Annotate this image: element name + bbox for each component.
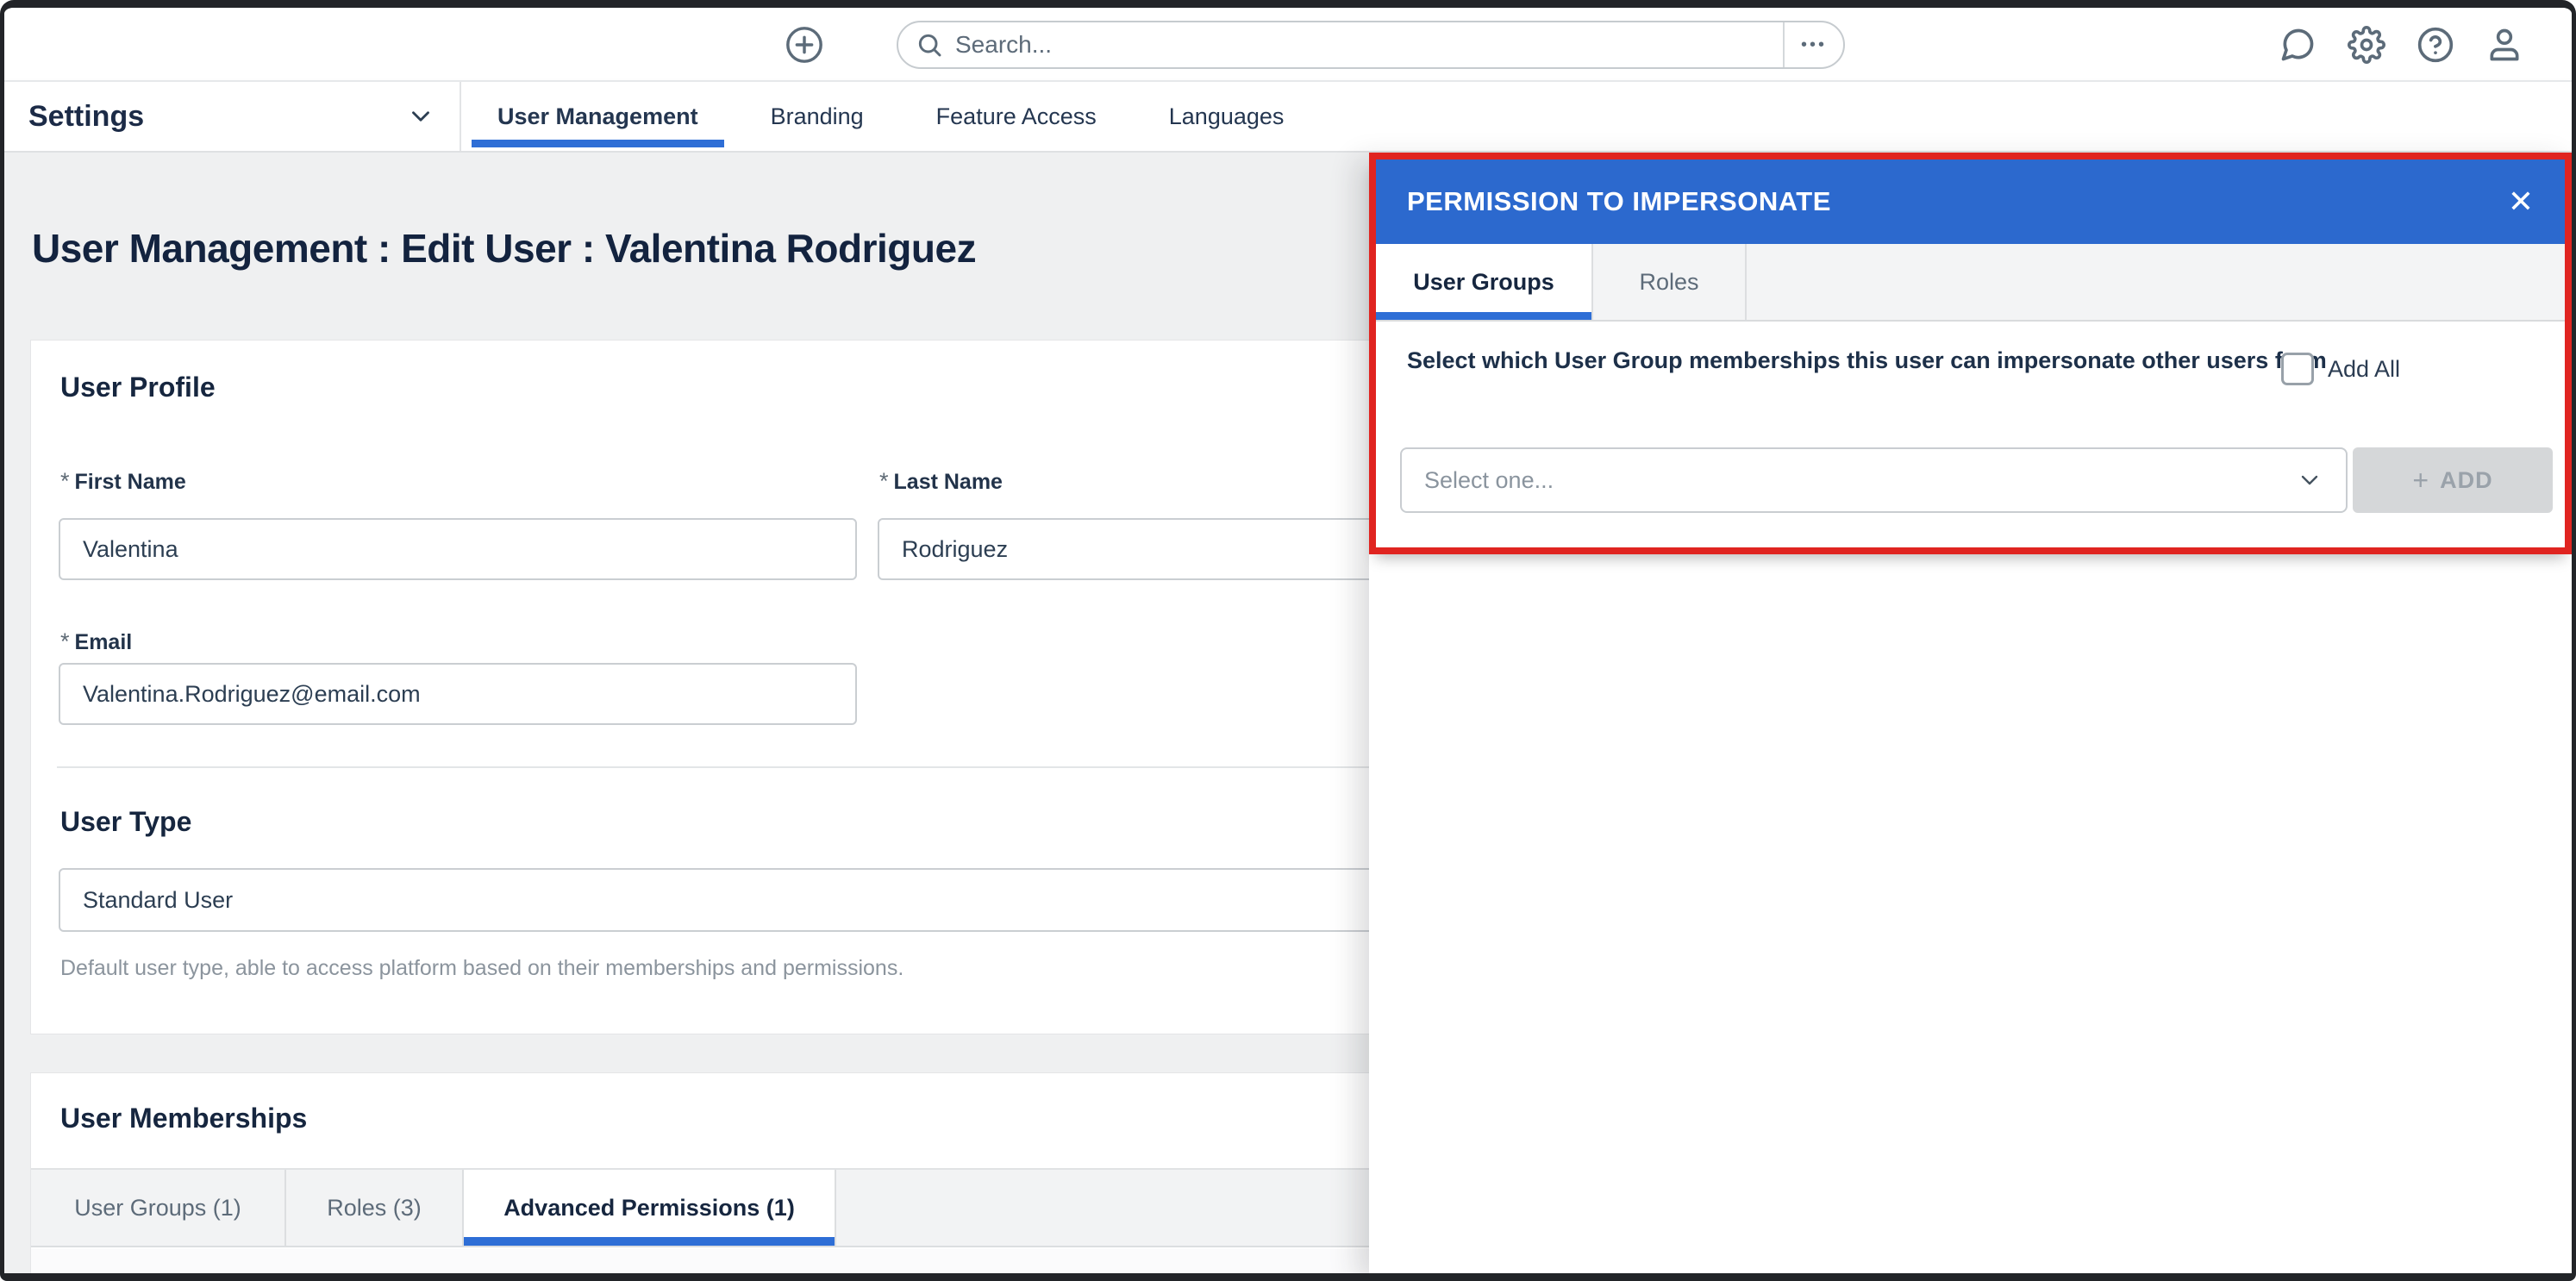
last-name-label: *Last Name: [879, 468, 1003, 495]
impersonate-panel-header: PERMISSION TO IMPERSONATE ✕: [1376, 159, 2565, 244]
user-memberships-heading: User Memberships: [60, 1103, 307, 1134]
add-button-label: ADD: [2440, 467, 2493, 494]
tab-advanced-permissions[interactable]: Advanced Permissions (1): [464, 1170, 836, 1246]
user-type-heading: User Type: [60, 806, 191, 838]
tab-roles[interactable]: Roles (3): [286, 1170, 464, 1246]
impersonate-panel-tabs: User Groups Roles: [1376, 244, 2565, 322]
user-profile-heading: User Profile: [60, 372, 216, 403]
required-marker: *: [879, 468, 889, 494]
active-tab-underline: [1376, 312, 1591, 320]
user-type-value: Standard User: [83, 887, 233, 914]
search-icon: [916, 31, 943, 59]
panel-tab-user-groups[interactable]: User Groups: [1376, 244, 1593, 320]
impersonate-panel-title: PERMISSION TO IMPERSONATE: [1407, 186, 1831, 217]
chevron-down-icon: [406, 102, 435, 131]
topbar: •••: [4, 8, 2572, 80]
panel-tab-roles[interactable]: Roles: [1593, 244, 1747, 320]
search-bar[interactable]: •••: [897, 21, 1845, 69]
search-more-button[interactable]: •••: [1783, 22, 1843, 67]
required-marker: *: [60, 468, 70, 494]
chat-icon[interactable]: [2279, 26, 2317, 64]
add-button[interactable]: + ADD: [2353, 447, 2553, 513]
user-type-helper: Default user type, able to access platfo…: [60, 956, 903, 981]
tab-branding[interactable]: Branding: [735, 82, 900, 151]
group-select-placeholder: Select one...: [1424, 467, 1554, 494]
add-all-control: Add All: [2281, 353, 2400, 385]
page-title: User Management : Edit User : Valentina …: [32, 225, 976, 272]
tab-feature-access[interactable]: Feature Access: [900, 82, 1133, 151]
required-marker: *: [60, 628, 70, 654]
main-content: User Management : Edit User : Valentina …: [4, 153, 2572, 1273]
impersonate-panel: PERMISSION TO IMPERSONATE ✕ User Groups …: [1369, 153, 2572, 1273]
add-all-label: Add All: [2328, 356, 2400, 383]
first-name-label: *First Name: [60, 468, 186, 495]
help-icon[interactable]: [2417, 26, 2454, 64]
tab-user-management[interactable]: User Management: [461, 82, 735, 151]
email-field[interactable]: [59, 663, 857, 725]
plus-circle-icon[interactable]: [785, 25, 824, 65]
active-tab-underline: [464, 1237, 835, 1246]
plus-icon: +: [2412, 465, 2429, 497]
gear-icon[interactable]: [2348, 26, 2385, 64]
tab-user-groups[interactable]: User Groups (1): [31, 1170, 286, 1246]
settings-nav-row: Settings User Management Branding Featur…: [4, 80, 2572, 153]
group-select[interactable]: Select one...: [1400, 447, 2348, 513]
close-icon[interactable]: ✕: [2508, 186, 2534, 217]
group-select-row: Select one... + ADD: [1400, 447, 2553, 513]
settings-dropdown[interactable]: Settings: [4, 82, 461, 151]
add-all-checkbox[interactable]: [2281, 353, 2314, 385]
user-icon[interactable]: [2485, 26, 2523, 64]
settings-dropdown-label: Settings: [28, 100, 144, 134]
search-input[interactable]: [955, 31, 1783, 59]
active-tab-underline: [472, 140, 724, 147]
tab-languages[interactable]: Languages: [1133, 82, 1321, 151]
first-name-field[interactable]: [59, 518, 857, 580]
ellipsis-icon: •••: [1801, 35, 1827, 55]
chevron-down-icon: [2296, 466, 2323, 494]
email-label: *Email: [60, 628, 132, 655]
impersonate-panel-body: Select which User Group memberships this…: [1376, 322, 2565, 547]
impersonate-instruction: Select which User Group memberships this…: [1407, 341, 2355, 380]
highlight-red-box: PERMISSION TO IMPERSONATE ✕ User Groups …: [1369, 153, 2572, 554]
settings-tabs: User Management Branding Feature Access …: [461, 82, 1320, 151]
app-window: ••• Settings User: [0, 0, 2576, 1281]
